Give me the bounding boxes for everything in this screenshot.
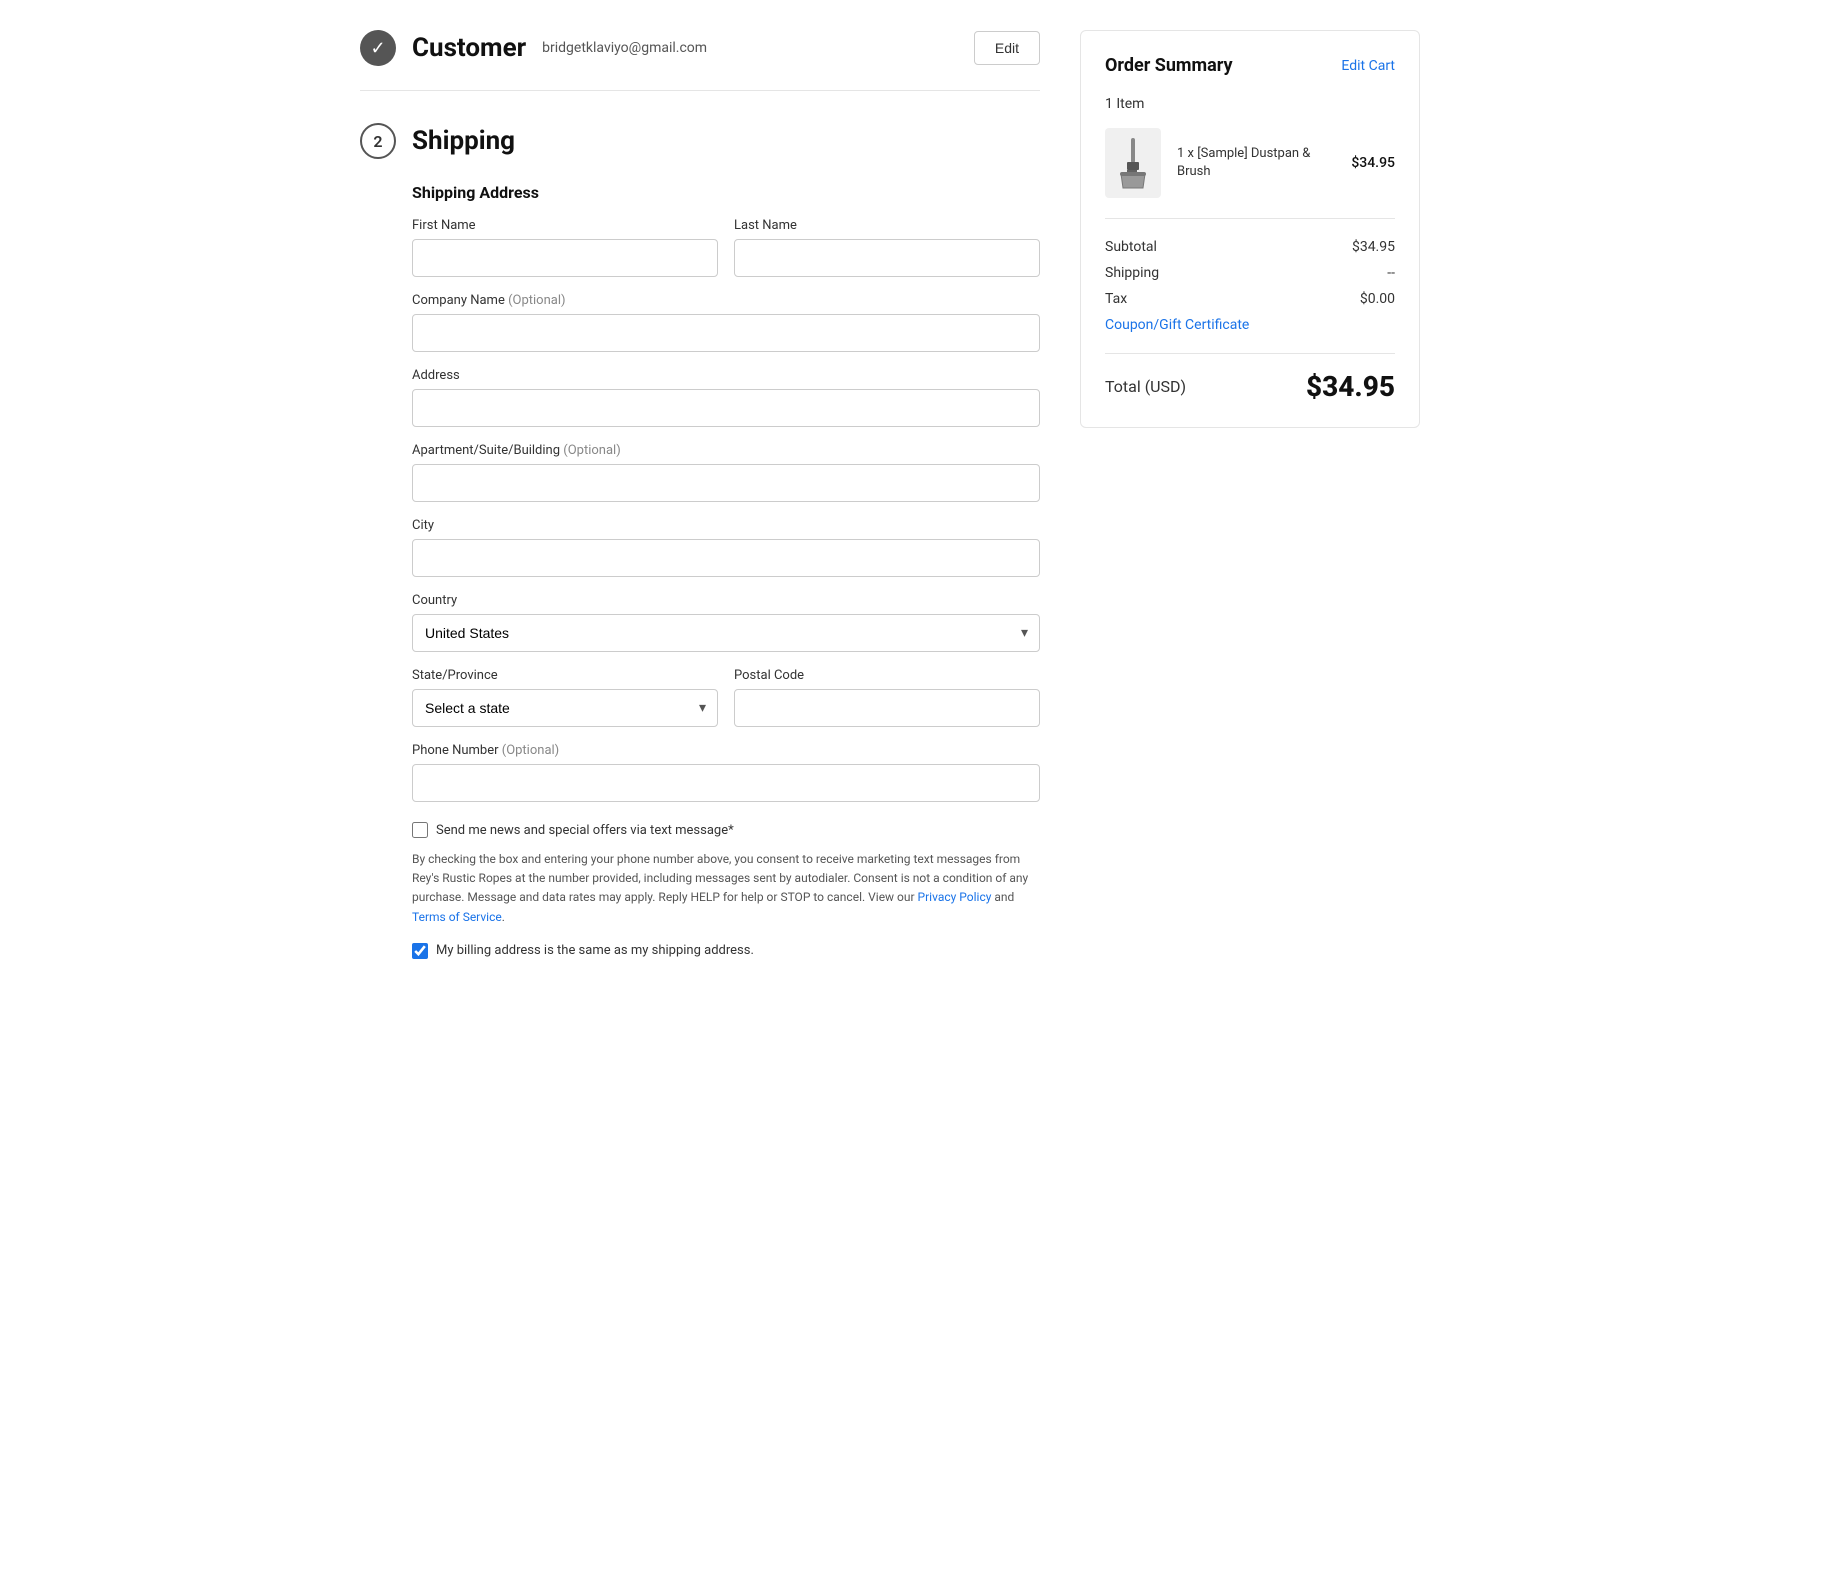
terms-of-service-link[interactable]: Terms of Service [412,910,502,924]
last-name-label: Last Name [734,218,1040,233]
phone-input[interactable] [412,764,1040,802]
order-item: 1 x [Sample] Dustpan & Brush $34.95 [1105,128,1395,219]
shipping-address-title: Shipping Address [412,183,1040,202]
total-label: Total (USD) [1105,377,1186,396]
postal-code-group: Postal Code [734,668,1040,727]
privacy-policy-link[interactable]: Privacy Policy [918,890,992,904]
name-row: First Name Last Name [412,218,1040,277]
first-name-group: First Name [412,218,718,277]
address-label: Address [412,368,1040,383]
tax-value: $0.00 [1360,291,1395,307]
first-name-input[interactable] [412,239,718,277]
postal-code-input[interactable] [734,689,1040,727]
shipping-section: 2 Shipping Shipping Address First Name L… [360,123,1040,959]
shipping-title: Shipping [412,126,515,156]
dustpan-brush-image [1113,136,1153,191]
sidebar: Order Summary Edit Cart 1 Item [1080,30,1420,959]
tax-label: Tax [1105,291,1127,307]
items-count: 1 Item [1105,96,1395,112]
tax-line: Tax $0.00 [1105,291,1395,307]
company-name-label: Company Name (Optional) [412,293,1040,308]
country-select-wrapper: United States Canada United Kingdom Aust… [412,614,1040,652]
shipping-form: First Name Last Name Company Name (Optio… [412,218,1040,802]
customer-section: ✓ Customer bridgetklaviyo@gmail.com Edit [360,30,1040,91]
phone-group: Phone Number (Optional) [412,743,1040,802]
shipping-label: Shipping [1105,265,1159,281]
address-input[interactable] [412,389,1040,427]
customer-email: bridgetklaviyo@gmail.com [542,40,707,56]
edit-cart-link[interactable]: Edit Cart [1341,58,1395,74]
customer-title: Customer [412,33,526,63]
customer-edit-button[interactable]: Edit [974,31,1040,65]
shipping-value: -- [1387,265,1395,281]
check-icon: ✓ [360,30,396,66]
city-label: City [412,518,1040,533]
subtotal-line: Subtotal $34.95 [1105,239,1395,255]
city-group: City [412,518,1040,577]
subtotal-value: $34.95 [1352,239,1395,255]
state-group: State/Province Select a state Alabama Al… [412,668,718,727]
country-group: Country United States Canada United King… [412,593,1040,652]
consent-text: By checking the box and entering your ph… [412,850,1040,927]
product-price: $34.95 [1351,155,1395,171]
main-content: ✓ Customer bridgetklaviyo@gmail.com Edit… [360,30,1040,959]
company-name-input[interactable] [412,314,1040,352]
state-postal-row: State/Province Select a state Alabama Al… [412,668,1040,727]
country-select[interactable]: United States Canada United Kingdom Aust… [412,614,1040,652]
state-label: State/Province [412,668,718,683]
subtotal-label: Subtotal [1105,239,1157,255]
product-image [1105,128,1161,198]
checkbox-area: Send me news and special offers via text… [412,822,1040,959]
billing-same-checkbox[interactable] [412,943,428,959]
shipping-line: Shipping -- [1105,265,1395,281]
sms-checkbox-row: Send me news and special offers via text… [412,822,1040,838]
total-line: Total (USD) $34.95 [1105,353,1395,403]
apt-label: Apartment/Suite/Building (Optional) [412,443,1040,458]
product-details: 1 x [Sample] Dustpan & Brush [1177,145,1335,181]
sms-checkbox[interactable] [412,822,428,838]
apt-group: Apartment/Suite/Building (Optional) [412,443,1040,502]
coupon-link[interactable]: Coupon/Gift Certificate [1105,317,1395,333]
order-summary: Order Summary Edit Cart 1 Item [1080,30,1420,428]
sms-checkbox-label: Send me news and special offers via text… [436,823,734,838]
last-name-group: Last Name [734,218,1040,277]
step-number: 2 [360,123,396,159]
company-name-group: Company Name (Optional) [412,293,1040,352]
country-label: Country [412,593,1040,608]
postal-code-label: Postal Code [734,668,1040,683]
customer-info: Customer bridgetklaviyo@gmail.com [412,33,958,63]
billing-checkbox-label: My billing address is the same as my shi… [436,943,754,958]
state-select-wrapper: Select a state Alabama Alaska Arizona Ca… [412,689,718,727]
order-summary-header: Order Summary Edit Cart [1105,55,1395,76]
total-amount: $34.95 [1306,370,1395,403]
page-container: ✓ Customer bridgetklaviyo@gmail.com Edit… [320,0,1520,989]
apt-input[interactable] [412,464,1040,502]
first-name-label: First Name [412,218,718,233]
state-select[interactable]: Select a state Alabama Alaska Arizona Ca… [412,689,718,727]
address-group: Address [412,368,1040,427]
product-name: 1 x [Sample] Dustpan & Brush [1177,145,1335,181]
billing-checkbox-row: My billing address is the same as my shi… [412,943,1040,959]
last-name-input[interactable] [734,239,1040,277]
order-summary-title: Order Summary [1105,55,1233,76]
shipping-section-header: 2 Shipping [360,123,1040,159]
phone-label: Phone Number (Optional) [412,743,1040,758]
city-input[interactable] [412,539,1040,577]
